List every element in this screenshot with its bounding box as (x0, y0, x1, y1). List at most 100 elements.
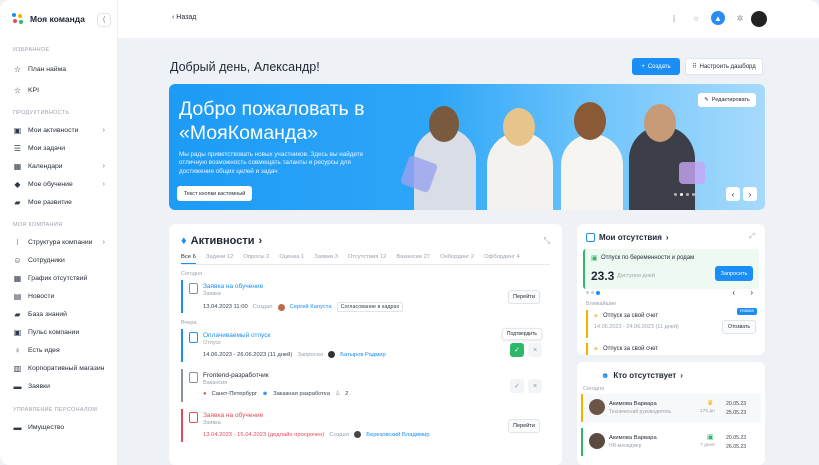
activity-title[interactable]: Frontend-разработчик (203, 372, 269, 379)
edit-label: Редактировать (711, 97, 750, 103)
who-absent-title[interactable]: ☻ Кто отсутствует › (601, 371, 683, 380)
approve-button[interactable]: ✓ (510, 379, 524, 393)
sidebar-item-idea[interactable]: ♀ Есть идея (13, 342, 111, 358)
search-icon[interactable]: ○ (689, 11, 703, 25)
activity-item[interactable]: Оплачиваемый отпуск Отпуск 14.06.2023 - … (181, 328, 550, 362)
banner-title: Добро пожаловать в «МояКоманда» (179, 98, 365, 144)
section-favorites: ИЗБРАННОЕ (13, 47, 50, 53)
banner-edit-button[interactable]: ✎ Редактировать (698, 93, 756, 107)
expand-icon[interactable]: ⤢ (749, 233, 755, 241)
absences-title[interactable]: Мои отсутствия › (586, 233, 669, 242)
sidebar-item-my-tasks[interactable]: ☰ Мои задачи (13, 140, 111, 156)
withdraw-button[interactable]: Отозвать (722, 320, 756, 334)
activity-item[interactable]: Заявка на обучение Заявка 13.04.2023 11:… (181, 280, 550, 313)
star-icon: ☆ (13, 64, 22, 74)
banner-cta-button[interactable]: Текст кнопки кастомный (177, 186, 252, 201)
bell-icon[interactable]: ▲ (711, 11, 725, 25)
activity-item[interactable]: Заявка на обучение Заявка 13.04.2023 - 1… (181, 409, 550, 442)
activity-type: Вакансия (203, 380, 228, 386)
person-link[interactable]: Березовский Владимир (366, 432, 429, 438)
absence-to: 25.05.23 (726, 410, 747, 416)
sidebar-item-corporate-shop[interactable]: ▥ Корпоративный магазин (13, 360, 111, 376)
activity-title[interactable]: Заявка на обучение (203, 283, 263, 290)
sidebar-item-knowledge-base[interactable]: ▰ База знаний (13, 306, 111, 322)
tab-surveys[interactable]: Опросы 2 (243, 254, 269, 264)
carousel-prev-button[interactable]: ‹ (726, 187, 740, 201)
absence-from: 20.05.23 (726, 435, 747, 441)
activity-meta: 13.04.2023 - 15.04.2023 (дедлайн просроч… (203, 431, 430, 438)
sidebar-item-label: Есть идея (28, 346, 60, 354)
go-button[interactable]: Перейти (508, 419, 540, 433)
next-button[interactable]: › (750, 288, 753, 297)
back-link[interactable]: ‹ Назад (172, 14, 196, 21)
sidebar-item-property[interactable]: ▬ Имущество (13, 419, 111, 435)
collapse-sidebar-button[interactable]: ⟨ (97, 13, 111, 27)
page-title: Добрый день, Александр! (170, 60, 320, 74)
created-label: Создал (329, 431, 350, 438)
book-icon: ▰ (14, 197, 21, 207)
tab-tasks[interactable]: Задачи 12 (206, 254, 234, 264)
tab-onboarding[interactable]: Онбординг 2 (440, 254, 474, 264)
grid-icon: ⠿ (692, 64, 697, 70)
sidebar-item-employees[interactable]: ☺ Сотрудники (13, 252, 111, 268)
collapse-icon[interactable]: ⤡ (544, 236, 550, 246)
person-name: Акимова Варвара (609, 401, 657, 407)
sidebar-item-label: Новости (28, 292, 55, 300)
upcoming-absence[interactable]: ☀ Отпуск за свой счет 14.06.2023 - 24.06… (586, 310, 756, 338)
person-link[interactable]: Батыров Радмир (340, 352, 386, 358)
configure-dashboard-button[interactable]: ⠿ Настроить дашборд (685, 58, 763, 75)
sidebar-item-label: База знаний (28, 310, 67, 318)
tab-evaluation[interactable]: Оценка 1 (279, 254, 304, 264)
group-today: Сегодня (583, 386, 605, 392)
vacancy-icon (189, 372, 198, 383)
approve-button[interactable]: ✓ (510, 343, 524, 357)
person-link[interactable]: Сергей Капуста (290, 304, 332, 310)
activity-date: 14.06.2023 - 26.06.2023 (11 дней) (203, 351, 293, 358)
chevron-right-icon: › (102, 126, 105, 134)
app-logo[interactable]: Моя команда (12, 13, 85, 25)
sidebar-item-label: Заявки (28, 382, 50, 390)
activity-item[interactable]: Frontend-разработчик Вакансия ● Санкт-Пе… (181, 369, 550, 402)
prev-button[interactable]: ‹ (732, 288, 735, 297)
activity-title[interactable]: Оплачиваемый отпуск (203, 332, 270, 339)
sidebar: Моя команда ⟨ ИЗБРАННОЕ ☆ План найма ☆ KPI… (0, 0, 118, 465)
tab-requests[interactable]: Заявки 3 (314, 254, 338, 264)
sidebar-item-news[interactable]: ▤ Новости (13, 288, 111, 304)
reject-button[interactable]: × (528, 379, 542, 393)
upcoming-absence[interactable]: ☀ Отпуск за свой счет (586, 343, 756, 355)
activity-title[interactable]: Заявка на обучение (203, 412, 263, 419)
gear-icon[interactable]: ✲ (733, 11, 747, 25)
tab-offboarding[interactable]: Офбординг 4 (484, 254, 520, 264)
sidebar-item-hiring-plan[interactable]: ☆ План найма (13, 61, 111, 77)
sidebar-item-label: Сотрудники (28, 256, 65, 264)
sidebar-item-kpi[interactable]: ☆ KPI (13, 82, 111, 98)
go-button[interactable]: Перейти (508, 290, 540, 304)
vacancy-city: Санкт-Петербург (211, 391, 257, 397)
sidebar-item-requests[interactable]: ▬ Заявки (13, 378, 111, 394)
create-button[interactable]: + Создать (632, 58, 680, 75)
sidebar-item-my-learning[interactable]: ◆ Мое обучение › (13, 176, 111, 192)
sidebar-item-calendars[interactable]: ▦ Календари › (13, 158, 111, 174)
reject-button[interactable]: × (528, 343, 542, 357)
sidebar-item-absence-schedule[interactable]: ▦ График отсутствий (13, 270, 111, 286)
absent-person[interactable]: Акимова Варвара HR-менеджер ▣ 7 дней 20.… (581, 428, 761, 456)
people-icon: ☻ (601, 371, 610, 380)
chevron-right-icon: › (102, 180, 105, 188)
tab-absences[interactable]: Отсутствия 12 (348, 254, 387, 264)
who-absent-title-text: Кто отсутствует (613, 371, 677, 380)
absent-person[interactable]: Акимова Варвара Технический руководитель… (581, 394, 761, 422)
absence-dates: 14.06.2023 - 24.06.2023 (11 дней) (594, 324, 679, 330)
sidebar-item-company-structure[interactable]: ⁝ Структура компании › (13, 234, 111, 250)
carousel-next-button[interactable]: › (743, 187, 757, 201)
user-avatar[interactable] (751, 11, 767, 27)
avatar (277, 303, 285, 311)
tab-vacancies[interactable]: Вакансии 27 (396, 254, 430, 264)
sidebar-item-my-development[interactable]: ▰ Мое развитие (13, 194, 111, 210)
sidebar-item-company-pulse[interactable]: ▣ Пульс компании (13, 324, 111, 340)
activities-title[interactable]: ♦ Активности › (181, 235, 262, 247)
topbar: ‹ Назад | ○ ▲ ✲ (118, 0, 819, 38)
sidebar-item-label: Календари (28, 162, 63, 170)
sidebar-item-my-activities[interactable]: ▣ Мои активности › (13, 122, 111, 138)
tab-all[interactable]: Все 6 (181, 254, 196, 264)
request-button[interactable]: Запросить (715, 266, 753, 281)
